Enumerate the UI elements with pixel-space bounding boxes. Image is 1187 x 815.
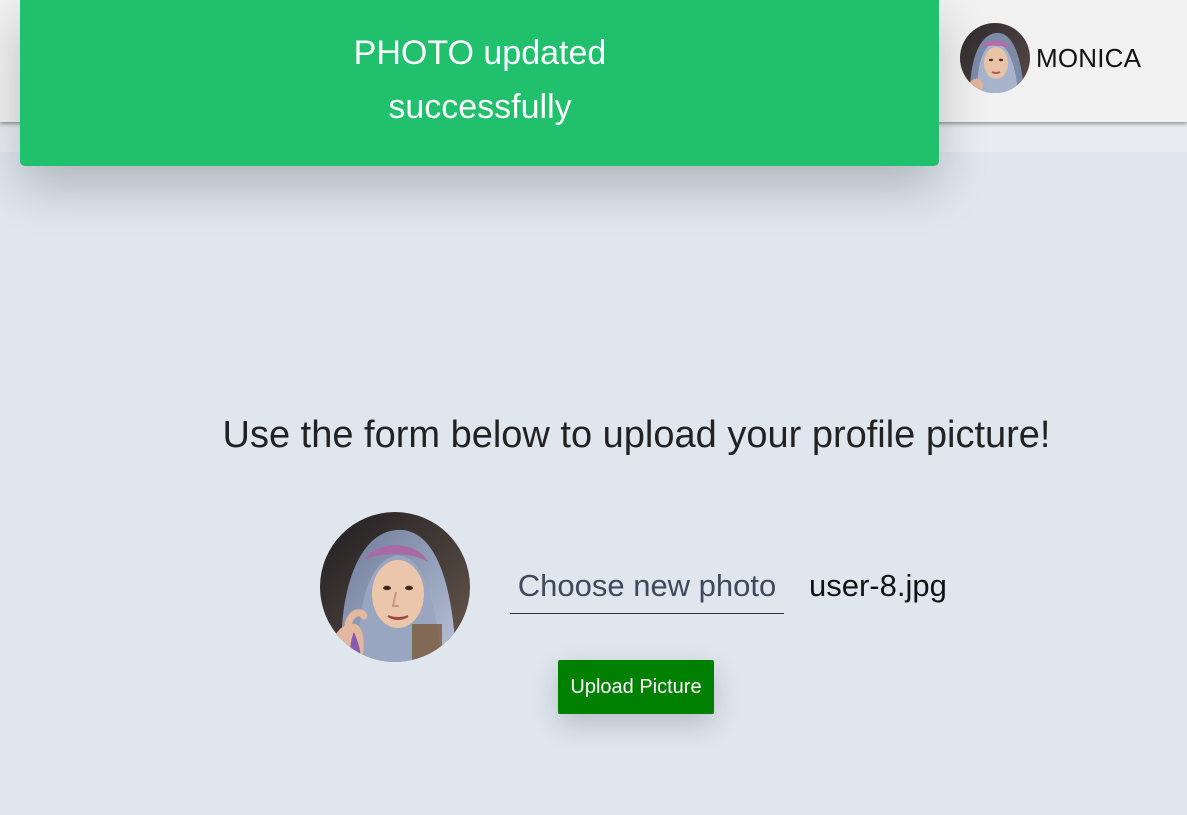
choose-photo-input[interactable]: Choose new photo <box>510 562 784 614</box>
toast-line-1: PHOTO updated <box>353 34 607 72</box>
selected-file-name: user-8.jpg <box>809 568 947 603</box>
user-avatar-photo-icon <box>960 23 1030 93</box>
success-toast: PHOTO updated successfully <box>20 0 939 166</box>
user-menu[interactable]: MONICA <box>960 22 1141 94</box>
toast-message: PHOTO updated successfully <box>340 26 620 134</box>
upload-picture-button[interactable]: Upload Picture <box>558 660 714 714</box>
avatar[interactable] <box>960 23 1030 93</box>
profile-photo-preview <box>320 512 470 662</box>
profile-photo-preview-icon <box>320 512 470 662</box>
toast-line-2: successfully <box>388 88 572 126</box>
user-name[interactable]: MONICA <box>1036 43 1141 74</box>
page-heading: Use the form below to upload your profil… <box>222 414 1051 456</box>
page: MONICA PHOTO updated successfully Use th… <box>0 0 1187 815</box>
